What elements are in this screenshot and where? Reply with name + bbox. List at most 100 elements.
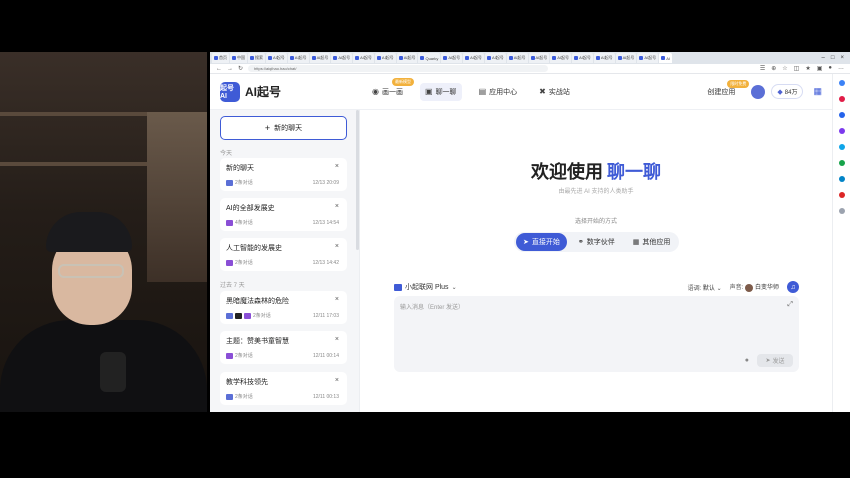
browser-tab[interactable]: AI起号 [396, 53, 418, 63]
expand-icon[interactable]: ⤢ [787, 301, 793, 309]
tools-sidebar-icon[interactable] [838, 112, 845, 118]
logo[interactable]: 起号AI AI起号 [220, 81, 281, 102]
mode-other-apps[interactable]: ▦ 其他应用 [626, 233, 678, 251]
forward-icon[interactable]: → [227, 66, 233, 72]
browser-tab[interactable]: AI起号 [593, 53, 615, 63]
model-icon [226, 259, 233, 266]
mode-direct-start[interactable]: ➤ 直接开始 [516, 233, 567, 251]
mode-digital-partner[interactable]: ⚭ 数字伙伴 [571, 233, 622, 251]
tab-favicon-icon [355, 56, 360, 60]
delete-icon[interactable]: × [335, 336, 339, 343]
close-icon[interactable]: × [840, 55, 844, 61]
search-sidebar-icon[interactable] [838, 80, 845, 86]
tab-title: Quarky [425, 55, 439, 61]
nav-practice[interactable]: ✖ 实战站 [534, 83, 575, 101]
delete-icon[interactable]: × [335, 377, 339, 384]
favorites-icon[interactable]: ★ [805, 65, 810, 72]
minimize-icon[interactable]: – [822, 55, 825, 61]
browser-window: 首页 中国 搜索 AI起号 AI起号 AI起号 AI起号 AI起号 AI起号 A… [210, 52, 850, 412]
browser-tab[interactable]: AI起号 [572, 53, 593, 63]
maximize-icon[interactable]: □ [831, 55, 835, 61]
collections-icon[interactable]: ▣ [817, 65, 823, 72]
plus-icon: + [264, 123, 271, 133]
calendar-icon[interactable]: ▦ [813, 86, 822, 97]
browser-tab[interactable]: 首页 [212, 53, 229, 63]
tab-favicon-icon [617, 56, 622, 60]
browser-tab[interactable]: AI起号 [528, 53, 550, 63]
browser-tab[interactable]: 搜索 [248, 53, 265, 63]
chat-item[interactable]: 教学科技领先 × 2条对话 12/11 00:13 [220, 372, 347, 405]
chat-item[interactable]: AI的全部发展史 × 4条对话 12/13 14:54 [220, 198, 347, 231]
chat-item[interactable]: 主题：赞美书童智慧 × 2条对话 12/11 00:14 [220, 331, 347, 364]
shopping-icon[interactable] [838, 96, 845, 102]
reader-icon[interactable]: ☰ [760, 65, 765, 72]
browser-tab[interactable]: Quarky [418, 53, 441, 63]
nav-chat[interactable]: ▣ 聊一聊 [420, 82, 462, 101]
tab-favicon-icon [420, 56, 425, 60]
avatar[interactable] [751, 84, 766, 99]
office-icon[interactable] [838, 144, 845, 150]
chevron-down-icon: ⌄ [716, 285, 722, 292]
headphones-icon[interactable]: ♫ [787, 281, 799, 293]
browser-tab[interactable]: AI起号 [331, 53, 353, 63]
presenter-cap [46, 212, 132, 252]
create-app-button[interactable]: 创建应用 限时免费 [707, 79, 750, 97]
model-icon [226, 219, 233, 226]
browser-tab[interactable]: AI起号 [463, 53, 484, 63]
delete-icon[interactable]: × [335, 163, 339, 170]
browser-tab-active[interactable]: AI [659, 53, 672, 63]
browser-tab[interactable]: AI起号 [441, 53, 463, 63]
chat-item[interactable]: 新的聊天 × 2条对话 12/13 20:09 [220, 158, 347, 191]
mode-switch: ➤ 直接开始 ⚭ 数字伙伴 ▦ 其他应用 [514, 232, 680, 252]
nav-draw[interactable]: ◉ 画一画 最新模型 [367, 77, 414, 101]
send-button[interactable]: ➤ 发送 [757, 354, 793, 367]
voice-avatar [744, 283, 753, 292]
chat-title: 人工智能的发展史 [226, 245, 282, 252]
browser-tab[interactable]: AI起号 [637, 53, 659, 63]
url-field[interactable]: https://aiqihao.hao/chat/ [248, 65, 549, 72]
new-chat-button[interactable]: + 新的聊天 [220, 116, 347, 140]
points-badge[interactable]: ◆ 84万 [771, 84, 804, 99]
browser-tab[interactable]: 中国 [230, 53, 247, 63]
outlook-icon[interactable] [838, 160, 845, 166]
chat-meta: 2条对话 [226, 393, 253, 400]
browser-tab[interactable]: AI起号 [550, 53, 572, 63]
browser-tab[interactable]: AI起号 [615, 53, 637, 63]
reload-icon[interactable]: ↻ [238, 65, 243, 72]
palette-icon: ◉ [372, 87, 379, 96]
microphone-icon[interactable]: ● [745, 357, 749, 364]
nav-app-center[interactable]: ▤ 应用中心 [474, 83, 523, 101]
chat-icon: ▣ [425, 87, 433, 96]
browser-tab[interactable]: AI起号 [374, 53, 396, 63]
sidebar-scrollbar[interactable] [356, 110, 359, 250]
model-selector[interactable]: 小起联网 Plus ⌄ [394, 282, 457, 292]
voice-selector[interactable]: 声音: 白变华师 [730, 282, 779, 292]
tone-value: 默认 [702, 285, 715, 292]
delete-icon[interactable]: × [335, 243, 339, 250]
delete-icon[interactable]: × [335, 296, 339, 303]
composer-toolbar: 小起联网 Plus ⌄ 语调: 默认 ⌄ 声音: 白变华师 ♫ [394, 280, 799, 294]
add-sidebar-icon[interactable] [838, 208, 845, 214]
browser-tab[interactable]: AI起号 [353, 53, 374, 63]
browser-tab[interactable]: AI起号 [309, 53, 331, 63]
delete-icon[interactable]: × [335, 203, 339, 210]
message-input[interactable]: 输入消息（Enter 发送） ⤢ ● ➤ 发送 [394, 296, 799, 372]
send-label: 发送 [772, 359, 785, 365]
drop-icon[interactable] [838, 176, 845, 182]
star-icon[interactable]: ☆ [782, 65, 787, 72]
tone-selector[interactable]: 语调: 默认 ⌄ [688, 283, 722, 292]
split-icon[interactable]: ◫ [794, 65, 800, 72]
games-icon[interactable] [838, 128, 845, 134]
profile-icon[interactable]: ● [828, 65, 832, 72]
browser-tab[interactable]: AI起号 [287, 53, 309, 63]
chat-item[interactable]: 黑暗魔法森林的危险 × 2条对话 12/11 17:03 [220, 291, 347, 324]
chat-item[interactable]: 人工智能的发展史 × 2条对话 12/13 14:42 [220, 238, 347, 271]
browser-tab[interactable]: AI起号 [266, 53, 287, 63]
zoom-icon[interactable]: ⊕ [771, 65, 776, 72]
microphone [100, 352, 126, 392]
more-icon[interactable]: … [838, 65, 844, 72]
browser-tab[interactable]: AI起号 [484, 53, 506, 63]
record-icon[interactable] [838, 192, 845, 198]
browser-tab[interactable]: AI起号 [506, 53, 528, 63]
back-icon[interactable]: ← [216, 66, 222, 72]
